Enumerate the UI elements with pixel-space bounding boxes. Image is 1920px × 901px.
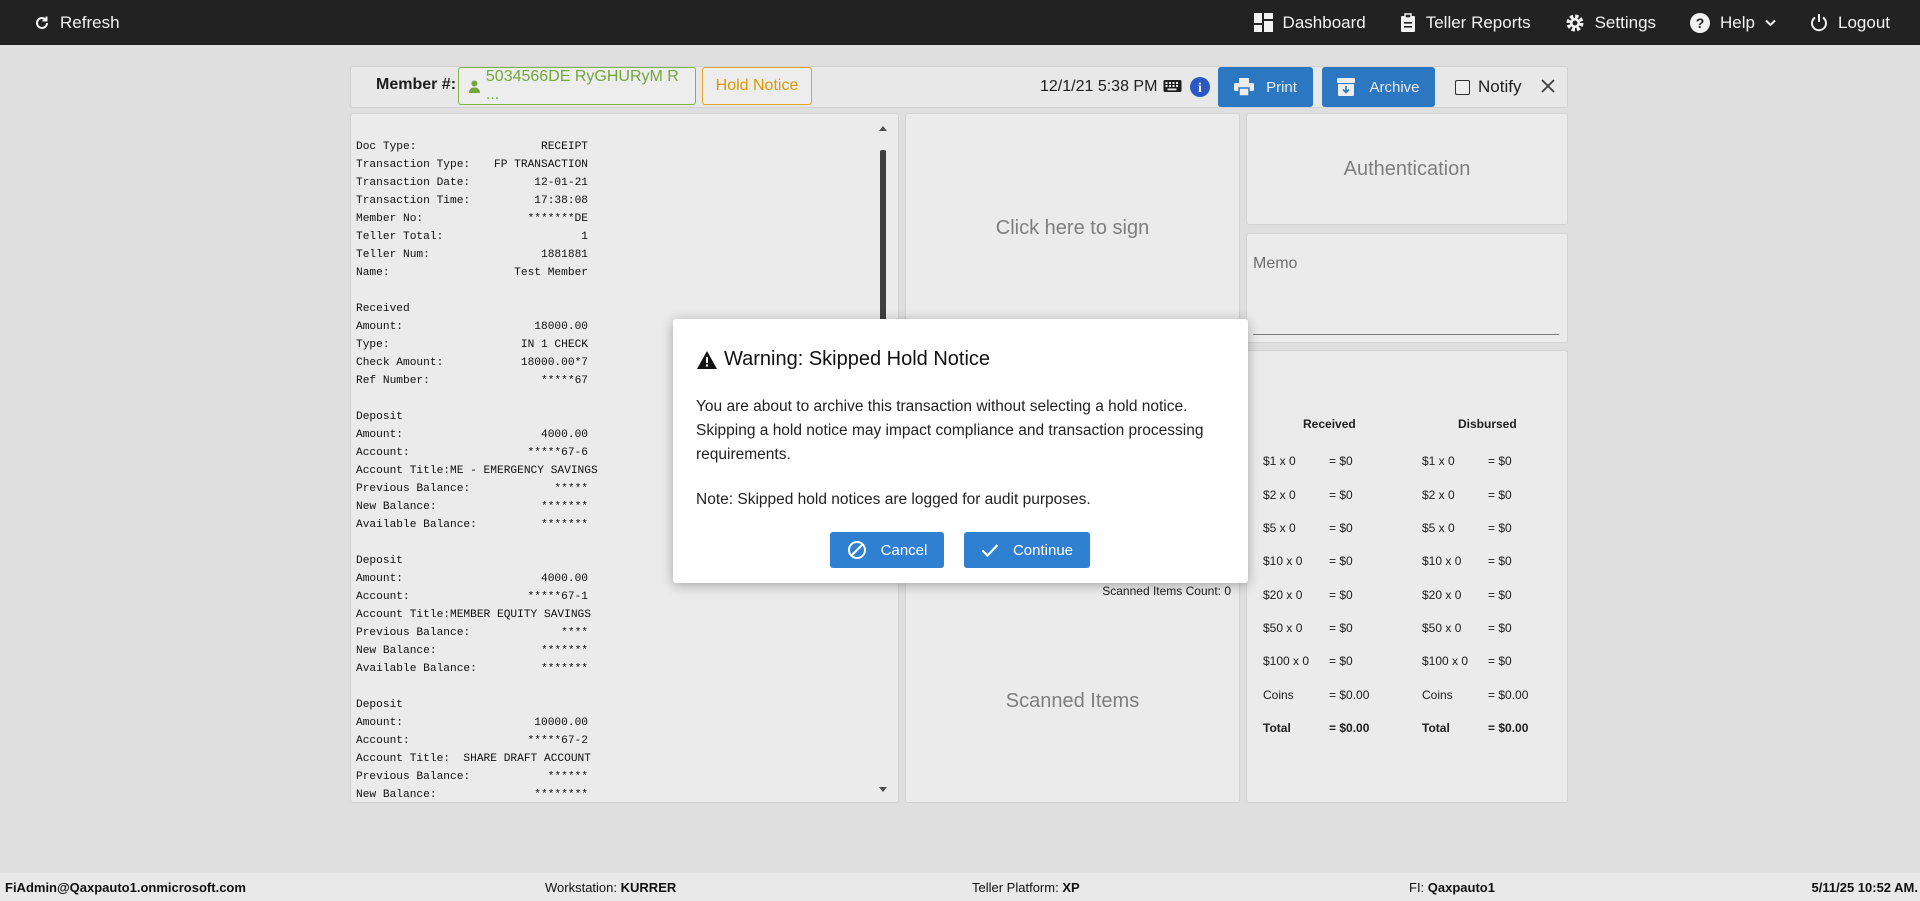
cancel-label: Cancel bbox=[880, 541, 928, 559]
top-navbar: Refresh Dashboard Teller Reports Setting… bbox=[0, 0, 1920, 45]
footer-timestamp: 5/11/25 10:52 AM. bbox=[1811, 880, 1918, 895]
refresh-icon bbox=[36, 16, 48, 29]
nav-help[interactable]: ? Help bbox=[1690, 12, 1776, 33]
footer-user: FiAdmin@Qaxpauto1.onmicrosoft.com bbox=[5, 880, 246, 895]
logout-label: Logout bbox=[1838, 12, 1890, 32]
footer-teller-platform: Teller Platform: XP bbox=[972, 880, 1080, 895]
continue-label: Continue bbox=[1012, 541, 1074, 559]
refresh-label: Refresh bbox=[60, 12, 120, 32]
status-footer: FiAdmin@Qaxpauto1.onmicrosoft.com Workst… bbox=[0, 873, 1920, 901]
chevron-down-icon bbox=[1765, 19, 1776, 26]
warning-icon bbox=[697, 350, 717, 369]
dialog-title-text: Warning: Skipped Hold Notice bbox=[724, 348, 991, 370]
refresh-button[interactable]: Refresh bbox=[34, 0, 120, 45]
cancel-button[interactable]: Cancel bbox=[830, 532, 944, 568]
settings-label: Settings bbox=[1594, 12, 1657, 32]
dialog-note: Note: Skipped hold notices are logged fo… bbox=[696, 491, 1091, 508]
warning-dialog: Warning: Skipped Hold Notice You are abo… bbox=[673, 319, 1248, 583]
check-icon bbox=[981, 544, 999, 557]
footer-workstation: Workstation: KURRER bbox=[545, 880, 677, 895]
nav-dashboard[interactable]: Dashboard bbox=[1253, 12, 1366, 33]
question-circle-icon: ? bbox=[1690, 12, 1711, 33]
clipboard-icon bbox=[1400, 12, 1415, 32]
ban-icon bbox=[847, 541, 866, 559]
dialog-message: You are about to archive this transactio… bbox=[696, 398, 1204, 463]
svg-text:?: ? bbox=[1696, 15, 1705, 31]
nav-logout[interactable]: Logout bbox=[1810, 13, 1890, 33]
gear-icon bbox=[1566, 14, 1584, 31]
dashboard-label: Dashboard bbox=[1282, 12, 1366, 32]
dialog-title: Warning: Skipped Hold Notice bbox=[696, 348, 990, 371]
continue-button[interactable]: Continue bbox=[964, 532, 1090, 568]
help-label: Help bbox=[1720, 12, 1755, 32]
teller-reports-label: Teller Reports bbox=[1425, 12, 1531, 32]
power-icon bbox=[1811, 14, 1827, 32]
dashboard-icon bbox=[1253, 13, 1273, 32]
footer-fi: FI: Qaxpauto1 bbox=[1409, 880, 1495, 895]
nav-settings[interactable]: Settings bbox=[1565, 13, 1656, 33]
nav-teller-reports[interactable]: Teller Reports bbox=[1400, 13, 1531, 33]
